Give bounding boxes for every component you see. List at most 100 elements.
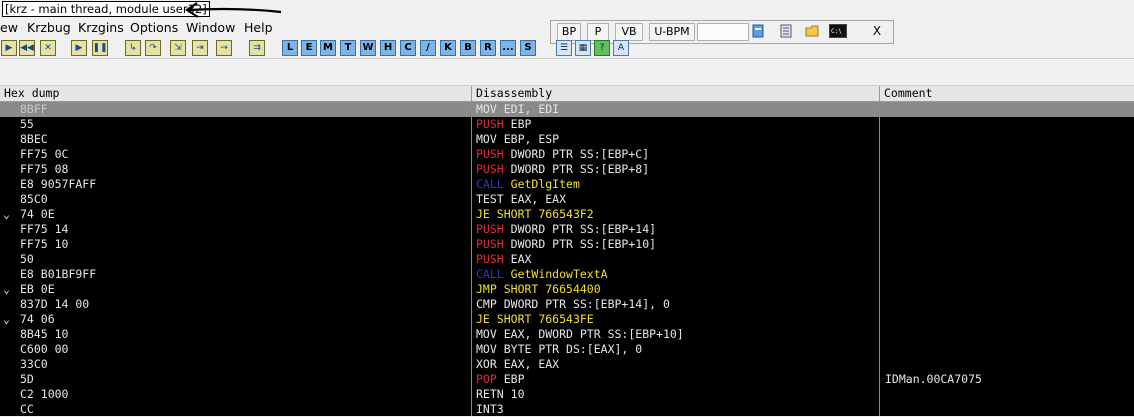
- table-row[interactable]: 837D 14 00 CMP DWORD PTR SS:[EBP+14], 0: [0, 297, 1134, 312]
- font-icon[interactable]: A: [613, 40, 629, 56]
- references-button[interactable]: R: [480, 40, 496, 56]
- menu-view[interactable]: ew: [0, 20, 18, 36]
- table-row[interactable]: ⌄ 74 06 JE SHORT 766543FE: [0, 312, 1134, 327]
- hex-dump-cell: 5D: [20, 372, 34, 386]
- hex-dump-cell: 74 0E: [20, 207, 55, 221]
- cpu-button[interactable]: C: [400, 40, 416, 56]
- step-over-icon[interactable]: ↷: [145, 40, 161, 56]
- notes-icon[interactable]: [779, 24, 793, 38]
- table-row[interactable]: FF75 14 PUSH DWORD PTR SS:[EBP+14]: [0, 222, 1134, 237]
- column-comment[interactable]: Comment: [880, 86, 1134, 101]
- disassembly-cell: MOV EBP, ESP: [476, 132, 559, 147]
- grid-icon[interactable]: ▦: [575, 40, 591, 56]
- menu-help[interactable]: Help: [244, 20, 273, 36]
- menu-krzgins[interactable]: Krzgins: [78, 20, 124, 36]
- handles-button[interactable]: H: [380, 40, 396, 56]
- operand: EAX: [510, 252, 532, 266]
- table-row[interactable]: ⌄ 74 0E JE SHORT 766543F2: [0, 207, 1134, 222]
- mnemonic: TEST: [476, 192, 504, 206]
- menu-window[interactable]: Window: [186, 20, 235, 36]
- restart-icon[interactable]: ◀◀: [19, 40, 35, 56]
- run-icon[interactable]: ▶: [71, 40, 87, 56]
- operand: EBP: [503, 372, 525, 386]
- svg-text:C:\: C:\: [831, 28, 842, 35]
- table-row[interactable]: FF75 10 PUSH DWORD PTR SS:[EBP+10]: [0, 237, 1134, 252]
- toolbar-divider: [0, 58, 1134, 59]
- pause-icon[interactable]: ❚❚: [92, 40, 108, 56]
- operand: GetDlgItem: [510, 177, 580, 191]
- cpu-disassembly-pane[interactable]: Hex dump Disassembly Comment 8BFF MOV EDI…: [0, 86, 1134, 416]
- operand: EAX, EAX: [503, 357, 560, 371]
- table-row[interactable]: 55 PUSH EBP: [0, 117, 1134, 132]
- table-row[interactable]: E8 9057FAFF CALL GetDlgItem: [0, 177, 1134, 192]
- mnemonic: PUSH: [476, 222, 504, 236]
- column-hex-dump[interactable]: Hex dump: [0, 86, 472, 101]
- disassembly-cell: PUSH DWORD PTR SS:[EBP+10]: [476, 237, 656, 252]
- call-stack-button[interactable]: K: [440, 40, 456, 56]
- table-row[interactable]: FF75 08 PUSH DWORD PTR SS:[EBP+8]: [0, 162, 1134, 177]
- hex-dump-cell: 85C0: [20, 192, 48, 206]
- table-row[interactable]: CC INT3: [0, 402, 1134, 417]
- column-disassembly[interactable]: Disassembly: [472, 86, 880, 101]
- windows-button[interactable]: W: [360, 40, 376, 56]
- table-row[interactable]: 5D POP EBP IDMan.00CA7075: [0, 372, 1134, 387]
- list-icon[interactable]: ☰: [556, 40, 572, 56]
- operand: EBP: [510, 117, 532, 131]
- table-row[interactable]: ⌄ EB 0E JMP SHORT 76654400: [0, 282, 1134, 297]
- column-divider: [879, 102, 880, 416]
- trace-into-icon[interactable]: ⇲: [170, 40, 186, 56]
- hex-dump-cell: 55: [20, 117, 34, 131]
- hex-dump-cell: C600 00: [20, 342, 69, 356]
- table-row[interactable]: 85C0 TEST EAX, EAX: [0, 192, 1134, 207]
- table-row[interactable]: 33C0 XOR EAX, EAX: [0, 357, 1134, 372]
- execute-till-return-icon[interactable]: →: [216, 40, 232, 56]
- disassembly-cell: INT3: [476, 402, 511, 417]
- operand: 10: [510, 387, 525, 401]
- operand: SHORT 766543F2: [496, 207, 594, 221]
- table-row[interactable]: 8BFF MOV EDI, EDI: [0, 102, 1134, 117]
- executable-modules-button[interactable]: E: [301, 40, 317, 56]
- menu-options[interactable]: Options: [130, 20, 178, 36]
- hex-dump-cell: E8 9057FAFF: [20, 177, 97, 191]
- mnemonic: CALL: [476, 177, 504, 191]
- mnemonic: PUSH: [476, 237, 504, 251]
- mnemonic: CALL: [476, 267, 504, 281]
- open-icon[interactable]: ▶: [1, 40, 17, 56]
- trace-over-icon[interactable]: ⇥: [192, 40, 208, 56]
- folder-icon[interactable]: [805, 24, 819, 38]
- module-icon[interactable]: [751, 24, 765, 38]
- operand: SHORT 76654400: [503, 282, 601, 296]
- table-row[interactable]: 8B45 10 MOV EAX, DWORD PTR SS:[EBP+10]: [0, 327, 1134, 342]
- table-row[interactable]: E8 B01BF9FF CALL GetWindowTextA: [0, 267, 1134, 282]
- table-row[interactable]: C2 1000 RETN 10: [0, 387, 1134, 402]
- mnemonic: PUSH: [476, 117, 504, 131]
- step-into-icon[interactable]: ↳: [125, 40, 141, 56]
- log-window-button[interactable]: L: [282, 40, 298, 56]
- menu-krzbug[interactable]: Krzbug: [27, 20, 71, 36]
- window-title: [krz - main thread, module user32]: [2, 1, 210, 17]
- threads-button[interactable]: T: [340, 40, 356, 56]
- disassembly-cell: PUSH EBP: [476, 117, 531, 132]
- run-trace-button[interactable]: ...: [500, 40, 516, 56]
- breakpoints-button[interactable]: B: [460, 40, 476, 56]
- disassembly-cell: CALL GetWindowTextA: [476, 267, 608, 282]
- status-band: [0, 66, 1134, 86]
- jump-marker: ⌄: [3, 282, 10, 296]
- console-icon[interactable]: C:\: [829, 24, 847, 38]
- disassembly-cell: POP EBP: [476, 372, 525, 387]
- disassembly-cell: MOV EAX, DWORD PTR SS:[EBP+10]: [476, 327, 684, 342]
- source-button[interactable]: S: [520, 40, 536, 56]
- table-row[interactable]: FF75 0C PUSH DWORD PTR SS:[EBP+C]: [0, 147, 1134, 162]
- hex-dump-cell: C2 1000: [20, 387, 69, 401]
- patches-button[interactable]: /: [420, 40, 436, 56]
- table-row[interactable]: C600 00 MOV BYTE PTR DS:[EAX], 0: [0, 342, 1134, 357]
- mnemonic: INT3: [476, 402, 504, 416]
- close-icon[interactable]: ✕: [40, 40, 56, 56]
- table-row[interactable]: 8BEC MOV EBP, ESP: [0, 132, 1134, 147]
- table-row[interactable]: 50 PUSH EAX: [0, 252, 1134, 267]
- mnemonic: RETN: [476, 387, 504, 401]
- memory-map-button[interactable]: M: [320, 40, 336, 56]
- goto-icon[interactable]: ⇉: [249, 40, 265, 56]
- help-icon[interactable]: ?: [594, 40, 610, 56]
- close-button[interactable]: X: [869, 23, 885, 39]
